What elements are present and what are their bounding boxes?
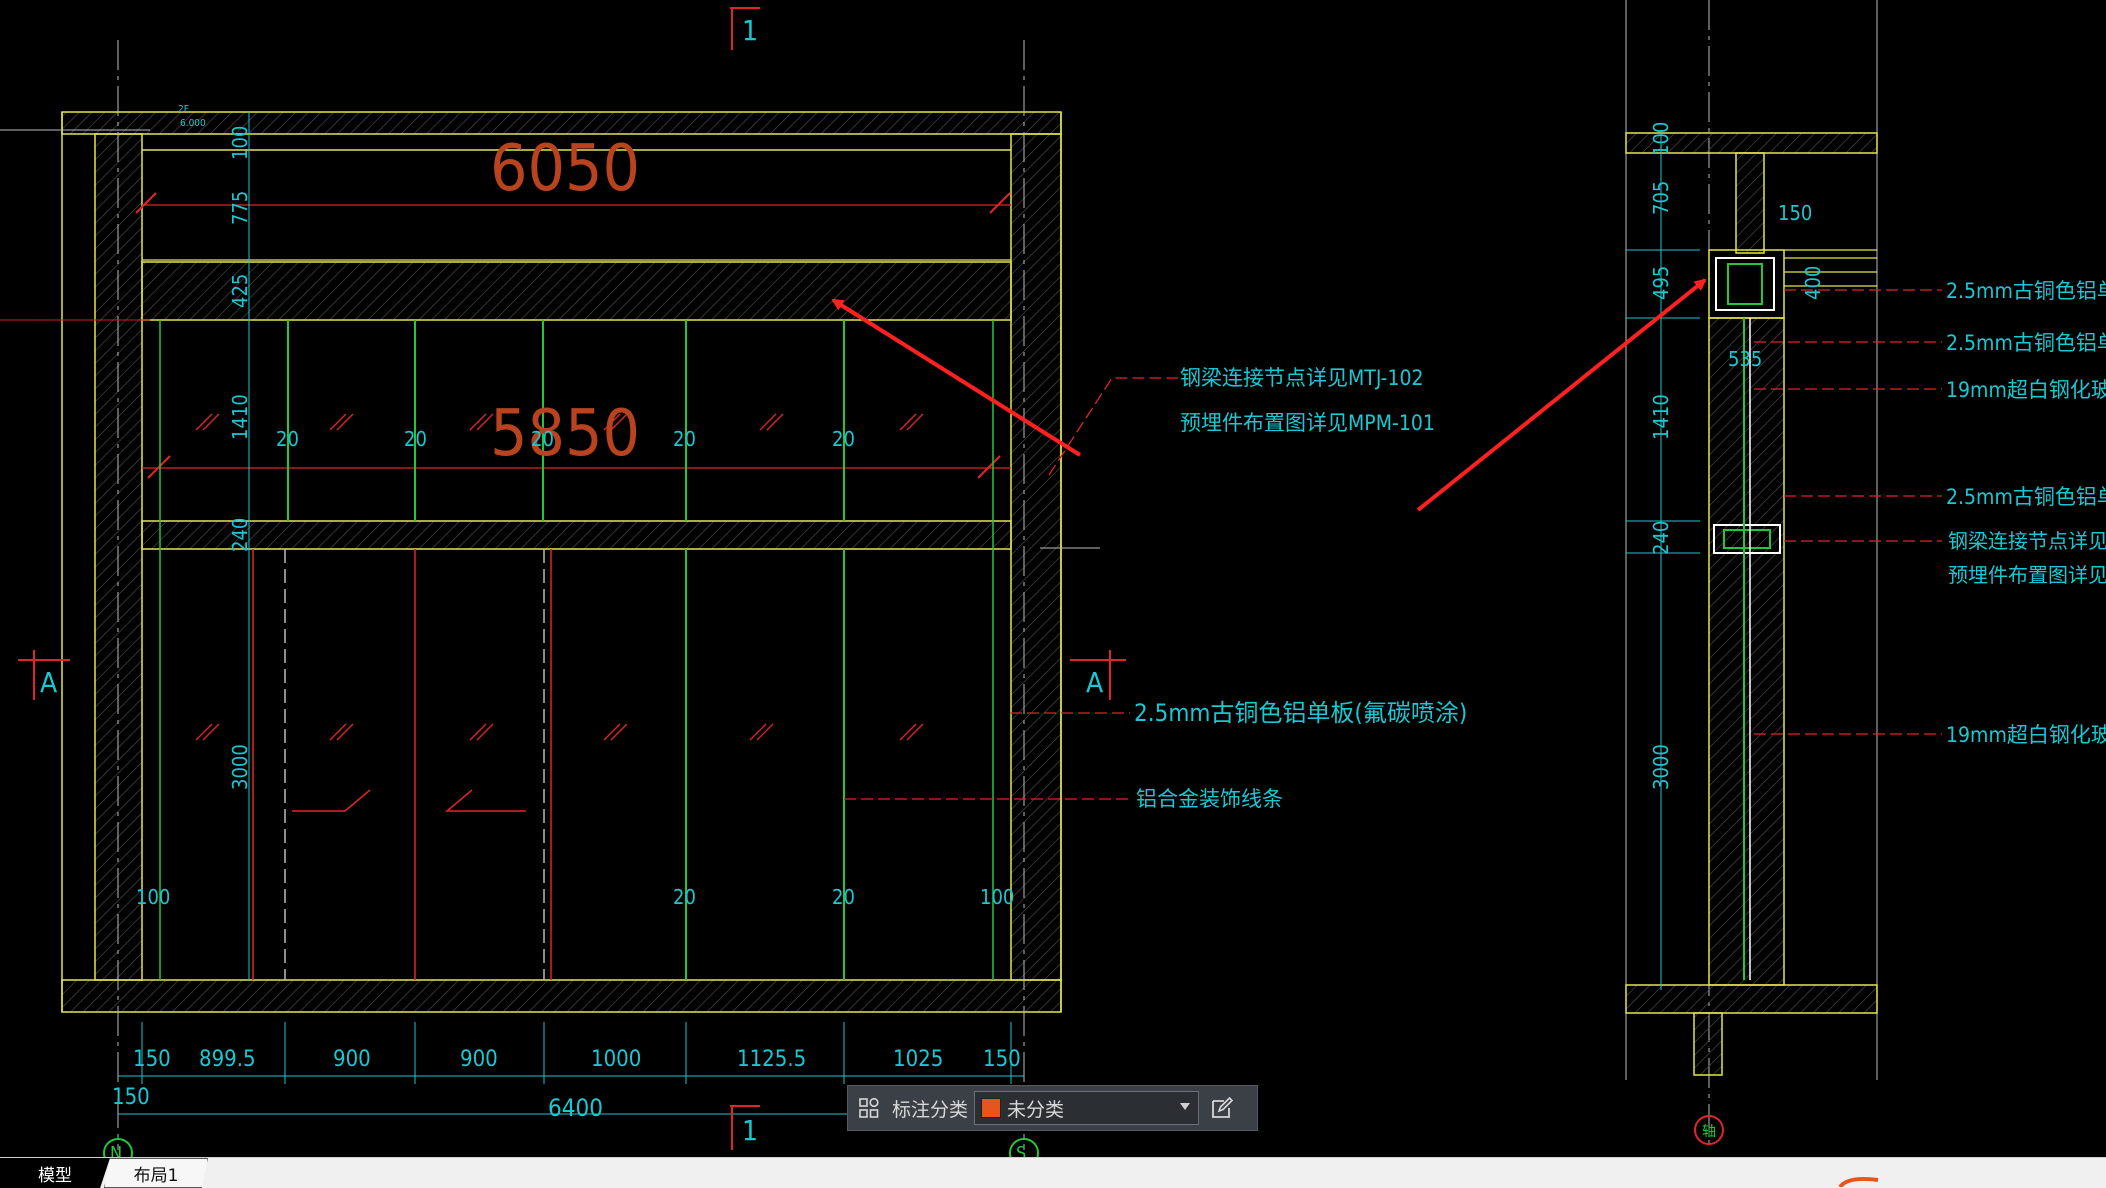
vertical-dim-4: 240	[228, 518, 252, 552]
section-axis-label: 轴	[1702, 1124, 1716, 1140]
bottom-dim-4: 1000	[591, 1047, 641, 1072]
mullion-dim-upper-4: 20	[832, 427, 855, 451]
category-label: 标注分类	[892, 1098, 969, 1121]
note-beam-connection: 钢梁连接节点详见MTJ-102	[1180, 366, 1424, 390]
section-mark-top: 1	[742, 14, 758, 47]
section-note-6: 19mm超白钢化玻璃	[1946, 723, 2106, 747]
note-aluminum-panel: 2.5mm古铜色铝单板(氟碳喷涂)	[1134, 699, 1467, 727]
layout-tab-bar: 模型 布局1	[0, 1157, 2106, 1188]
section-mark-bottom: 1	[742, 1114, 758, 1147]
level-value: 6.000	[180, 118, 206, 129]
tab-layout1[interactable]: 布局1	[104, 1158, 208, 1188]
bottom-dim-2: 900	[333, 1047, 371, 1072]
mullion-dim-lower-2: 20	[832, 885, 855, 909]
mullion-dim-upper-1: 20	[404, 427, 427, 451]
section-note-2: 19mm超白钢化玻璃	[1946, 378, 2106, 402]
note-trim-strip: 铝合金装饰线条	[1136, 787, 1283, 811]
mullion-dim-lower-1: 20	[673, 885, 696, 909]
annotation-category-toolbar: 标注分类 未分类	[847, 1085, 1258, 1131]
bottom-dim-1: 899.5	[199, 1047, 256, 1072]
section-vertical-dim-4: 240	[1649, 521, 1673, 555]
vertical-dim-3: 1410	[228, 394, 252, 440]
category-selected-value: 未分类	[1007, 1098, 1065, 1121]
section-mark-left: A	[40, 666, 58, 699]
bottom-dim-5: 1125.5	[737, 1047, 806, 1072]
vertical-dim-1: 775	[228, 191, 252, 225]
chevron-down-icon	[1180, 1103, 1191, 1110]
tab-model[interactable]: 模型	[0, 1158, 110, 1188]
section-note-1: 2.5mm古铜色铝单板(氟碳	[1946, 331, 2106, 355]
mullion-dim-upper-0: 20	[276, 427, 299, 451]
bottom-start-dim: 150	[112, 1085, 150, 1110]
note-embed-layout: 预埋件布置图详见MPM-101	[1180, 411, 1435, 435]
bottom-dim-6: 1025	[893, 1047, 943, 1072]
grid-icon[interactable]	[848, 1086, 890, 1130]
mullion-dim-upper-2: 20	[531, 427, 554, 451]
dim-400: 400	[1801, 266, 1825, 300]
category-color-swatch	[981, 1098, 1002, 1118]
overall-width-upper: 6050	[490, 132, 640, 206]
axis-label-left: N	[110, 1143, 122, 1157]
section-vertical-dim-1: 705	[1649, 181, 1673, 215]
inner-width: 5850	[490, 397, 640, 471]
section-note-0: 2.5mm古铜色铝单板(氟碳	[1946, 279, 2106, 303]
edit-icon[interactable]	[1199, 1086, 1245, 1130]
mullion-dim-upper-3: 20	[673, 427, 696, 451]
vertical-dim-2: 425	[228, 274, 252, 308]
bottom-dim-7: 150	[983, 1047, 1021, 1072]
mullion-dim-lower-0: 100	[136, 885, 170, 909]
cad-drawing-canvas[interactable]: 1 1 A A 2F 6.000 6050 5850 100 775 425 1410…	[0, 0, 2106, 1157]
axis-label-right: S	[1016, 1143, 1026, 1157]
corner-decoration	[1838, 1176, 1879, 1187]
bottom-dim-0: 150	[133, 1047, 171, 1072]
overall-width-bottom: 6400	[548, 1094, 603, 1122]
section-vertical-dim-3: 1410	[1649, 394, 1673, 440]
dim-150: 150	[1778, 201, 1812, 225]
dim-535: 535	[1728, 347, 1762, 371]
vertical-dim-5: 3000	[228, 744, 252, 790]
level-label: 2F	[178, 104, 189, 115]
section-vertical-dim-2: 495	[1649, 266, 1673, 300]
bottom-dim-3: 900	[460, 1047, 498, 1072]
category-dropdown[interactable]: 未分类	[974, 1091, 1200, 1125]
section-note-3: 2.5mm古铜色铝单板(氟碳	[1946, 485, 2106, 509]
vertical-dim-0: 100	[228, 126, 252, 160]
section-note-4: 钢梁连接节点详见MTJ-10	[1948, 529, 2106, 553]
section-mark-right: A	[1086, 666, 1104, 699]
section-vertical-dim-0: 100	[1649, 122, 1673, 156]
section-drawing	[1625, 0, 1942, 1150]
mullion-dim-lower-3: 100	[980, 885, 1014, 909]
section-note-5: 预埋件布置图详见MPM-1	[1948, 563, 2106, 587]
section-vertical-dim-5: 3000	[1649, 744, 1673, 790]
